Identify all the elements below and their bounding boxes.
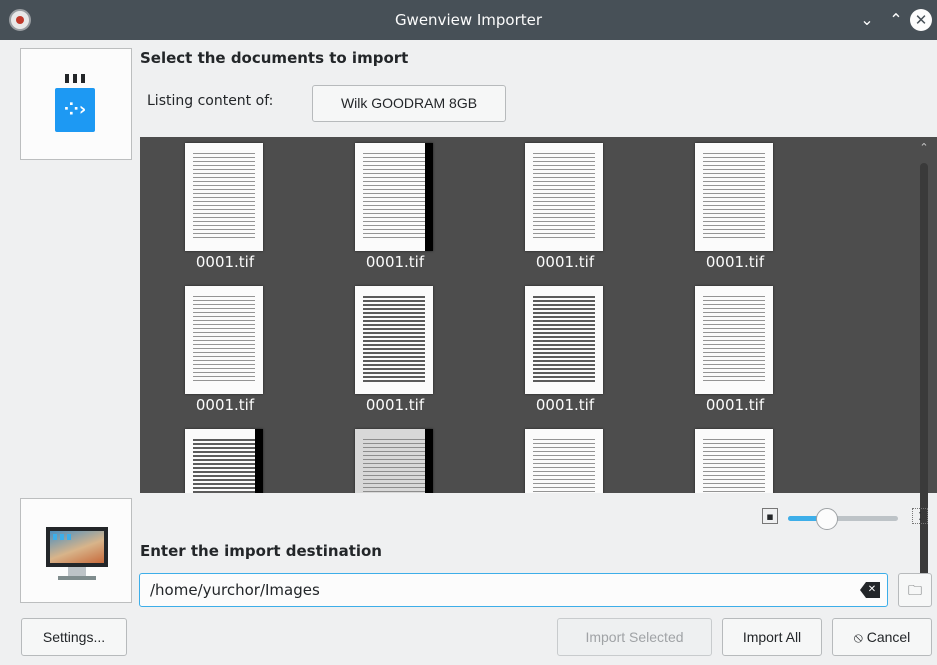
source-heading: Select the documents to import [140, 49, 409, 67]
thumbnail-label: 0001.tif [705, 253, 765, 271]
document-thumbnail [185, 143, 263, 251]
thumbnail-label: 0001.tif [365, 253, 425, 271]
thumbnail-item[interactable]: 0001.tif [320, 137, 470, 277]
thumbnail-item[interactable]: 0001.tif [660, 137, 810, 277]
thumbnail-item[interactable] [150, 423, 300, 493]
thumbnail-item[interactable] [320, 423, 470, 493]
document-thumbnail [355, 286, 433, 394]
scroll-up-icon[interactable]: ⌃ [917, 141, 931, 154]
thumbnail-label: 0001.tif [535, 396, 595, 414]
thumbnail-item[interactable]: 0001.tif [150, 280, 300, 420]
settings-button[interactable]: Settings... [21, 618, 127, 656]
maximize-button[interactable]: ⌃ [884, 8, 908, 32]
zoom-slider[interactable] [788, 516, 898, 521]
source-device-icon-frame: ⁘› [20, 48, 132, 160]
thumbnail-label: 0001.tif [195, 253, 255, 271]
usb-drive-icon: ⁘› [55, 66, 95, 132]
listing-label: Listing content of: [147, 93, 274, 109]
title-bar: Gwenview Importer ⌄ ⌃ ✕ [0, 0, 937, 40]
thumbnail-label: 0001.tif [195, 396, 255, 414]
zoom-slider-handle[interactable] [815, 508, 838, 530]
computer-icon [46, 527, 108, 583]
thumbnail-item[interactable]: 0001.tif [490, 137, 640, 277]
close-button[interactable]: ✕ [910, 9, 932, 31]
thumbnail-label: 0001.tif [535, 253, 595, 271]
thumbnail-label: 0001.tif [365, 396, 425, 414]
destination-icon-frame [20, 498, 132, 603]
thumbnail-item[interactable] [490, 423, 640, 493]
thumbnail-item[interactable]: 0001.tif [320, 280, 470, 420]
thumbnail-grid[interactable]: 0001.tif 0001.tif 0001.tif 0001.tif 0001… [140, 137, 937, 493]
import-selected-button[interactable]: Import Selected [557, 618, 712, 656]
zoom-control: ▪ ⁚ [760, 506, 937, 530]
document-thumbnail [525, 143, 603, 251]
document-thumbnail [185, 429, 263, 493]
thumbnail-label: 0001.tif [705, 396, 765, 414]
cancel-button[interactable]: ⦸ Cancel [832, 618, 932, 656]
thumbnail-item[interactable]: 0001.tif [150, 137, 300, 277]
browse-folder-button[interactable]: 🗀 [898, 573, 932, 607]
folder-icon: 🗀 [908, 582, 922, 598]
zoom-full-icon[interactable]: ⁚ [912, 508, 928, 524]
thumbnail-item[interactable] [660, 423, 810, 493]
destination-path-input[interactable] [139, 573, 888, 607]
document-thumbnail [355, 143, 433, 251]
document-thumbnail [525, 286, 603, 394]
minimize-button[interactable]: ⌄ [855, 8, 879, 32]
thumbnail-scrollbar[interactable]: ⌃ [917, 137, 931, 603]
document-thumbnail [695, 286, 773, 394]
device-select-button[interactable]: Wilk GOODRAM 8GB [312, 85, 506, 122]
document-thumbnail [695, 429, 773, 493]
scrollbar-track[interactable] [920, 163, 928, 603]
document-thumbnail [525, 429, 603, 493]
thumbnail-item[interactable]: 0001.tif [660, 280, 810, 420]
window-title: Gwenview Importer [394, 11, 543, 29]
document-thumbnail [695, 143, 773, 251]
thumbnail-item[interactable]: 0001.tif [490, 280, 640, 420]
document-thumbnail [355, 429, 433, 493]
zoom-fit-icon[interactable]: ▪ [762, 508, 778, 524]
document-thumbnail [185, 286, 263, 394]
destination-heading: Enter the import destination [140, 542, 382, 560]
import-all-button[interactable]: Import All [722, 618, 822, 656]
